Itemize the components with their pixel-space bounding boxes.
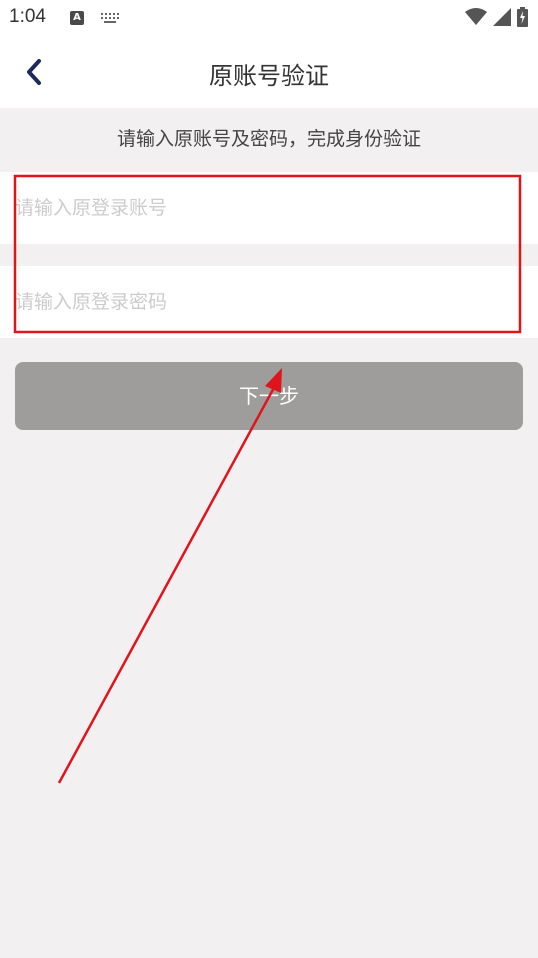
password-input[interactable] bbox=[0, 266, 538, 338]
account-input[interactable] bbox=[0, 172, 538, 244]
battery-charging-icon bbox=[517, 7, 528, 27]
account-field-container bbox=[0, 172, 538, 244]
wifi-icon bbox=[465, 8, 487, 25]
page-title: 原账号验证 bbox=[209, 62, 329, 90]
next-step-button[interactable]: 下一步 bbox=[15, 362, 523, 430]
status-time: 1:04 bbox=[9, 6, 46, 27]
text-a-icon: A bbox=[70, 11, 84, 25]
annotation-arrow-line bbox=[57, 383, 278, 784]
status-icons bbox=[465, 7, 528, 27]
status-bar: 1:04 A bbox=[0, 0, 538, 36]
keyboard-icon bbox=[101, 13, 119, 23]
instruction-text: 请输入原账号及密码，完成身份验证 bbox=[0, 108, 538, 170]
signal-icon bbox=[493, 8, 511, 26]
password-field-container bbox=[0, 266, 538, 338]
app-header: 原账号验证 bbox=[0, 36, 538, 108]
